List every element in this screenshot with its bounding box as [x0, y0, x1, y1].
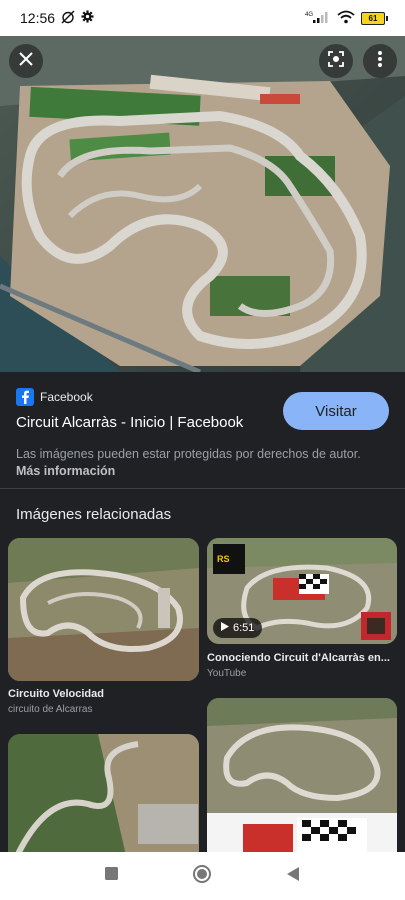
home-button[interactable]	[192, 864, 212, 889]
play-icon	[221, 622, 229, 634]
source-row[interactable]: Facebook	[16, 388, 93, 406]
divider	[0, 488, 405, 489]
result-panel: Facebook Circuit Alcarràs - Inicio | Fac…	[0, 372, 405, 488]
visit-button[interactable]: Visitar	[283, 392, 389, 430]
related-video-card[interactable]: RS 6:51	[207, 538, 397, 644]
status-time: 12:56	[20, 10, 56, 26]
close-icon	[18, 51, 34, 72]
related-image-card[interactable]	[8, 538, 199, 681]
lens-button[interactable]	[319, 44, 353, 78]
copyright-text: Las imágenes pueden estar protegidas por…	[16, 447, 361, 461]
settings-gear-icon	[81, 10, 94, 26]
square-icon	[104, 867, 118, 885]
svg-text:4G: 4G	[305, 12, 313, 18]
hero-image[interactable]	[0, 36, 405, 372]
related-card-subtitle: circuito de Alcarras	[8, 704, 93, 715]
lens-icon	[327, 50, 345, 73]
related-image-card[interactable]	[8, 734, 199, 864]
source-name: Facebook	[40, 390, 93, 404]
close-button[interactable]	[9, 44, 43, 78]
related-image-card[interactable]	[207, 698, 397, 864]
result-title[interactable]: Circuit Alcarràs - Inicio | Facebook	[16, 414, 243, 431]
more-vert-icon	[377, 50, 383, 73]
svg-text:RS: RS	[217, 554, 230, 564]
facebook-icon	[16, 388, 34, 406]
status-bar: 12:56 4G 61	[0, 0, 405, 36]
related-images-heading: Imágenes relacionadas	[16, 506, 172, 523]
related-card-subtitle: YouTube	[207, 668, 247, 679]
recents-button[interactable]	[101, 866, 121, 886]
video-duration: 6:51	[233, 622, 255, 634]
back-button[interactable]	[283, 866, 303, 886]
signal-icon: 4G	[305, 10, 331, 27]
circle-icon	[192, 864, 212, 889]
copyright-notice: Las imágenes pueden estar protegidas por…	[16, 446, 366, 480]
more-info-link[interactable]: Más información	[16, 464, 115, 478]
back-triangle-icon	[286, 866, 300, 886]
video-duration-badge: 6:51	[213, 618, 263, 638]
alarm-off-icon	[61, 10, 75, 27]
related-card-title[interactable]: Circuito Velocidad	[8, 688, 104, 700]
navigation-bar	[0, 852, 405, 900]
wifi-icon	[337, 10, 355, 27]
battery-icon: 61	[361, 11, 388, 25]
related-card-title[interactable]: Conociendo Circuit d'Alcarràs en...	[207, 652, 390, 664]
more-options-button[interactable]	[363, 44, 397, 78]
